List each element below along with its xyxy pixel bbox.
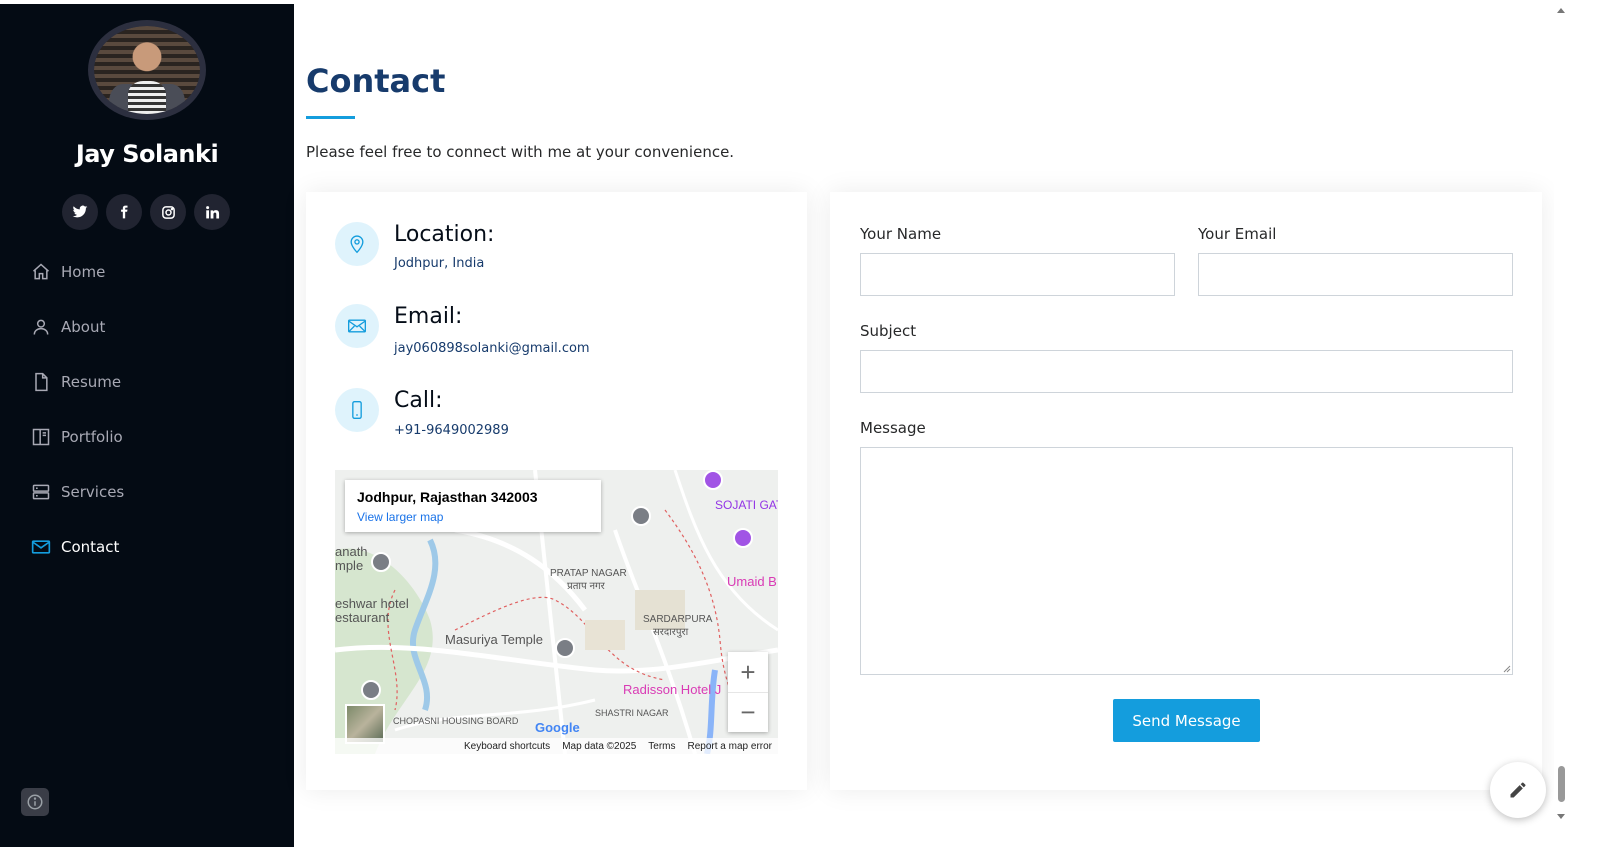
google-logo: Google [535, 720, 580, 735]
instagram-icon[interactable] [150, 194, 186, 230]
resize-handle-icon[interactable] [1503, 665, 1511, 673]
map-label: anath [335, 544, 368, 559]
name-label: Your Name [860, 225, 942, 243]
map-label: mple [335, 558, 364, 573]
scroll-thumb[interactable] [1558, 766, 1565, 802]
title-underline [306, 116, 355, 119]
phone-icon [335, 388, 379, 432]
sidebar: Jay Solanki Home About Resume Portfolio … [0, 4, 294, 847]
nav-contact[interactable]: Contact [30, 519, 124, 574]
map-label: SHASTRI NAGAR [595, 708, 669, 718]
social-links [62, 194, 230, 230]
nav-services[interactable]: Services [30, 464, 124, 519]
map-label: प्रताप नगर [567, 581, 605, 592]
nav-portfolio-label: Portfolio [61, 427, 123, 446]
temple-pin-icon[interactable] [555, 638, 575, 658]
pencil-icon [1510, 782, 1526, 798]
subject-label: Subject [860, 322, 917, 340]
map-data-text: Map data ©2025 [562, 740, 637, 752]
home-icon [30, 261, 52, 283]
temple-pin-icon[interactable] [361, 680, 381, 700]
map-label: Masuriya Temple [445, 632, 544, 647]
fort-pin-icon[interactable] [703, 470, 723, 490]
contact-info-card: Location: Jodhpur, India Email: jay06089… [306, 192, 807, 790]
edit-fab-button[interactable] [1490, 762, 1546, 818]
main-nav: Home About Resume Portfolio Services Con… [30, 244, 124, 574]
temple-pin-icon[interactable] [371, 552, 391, 572]
email-value[interactable]: jay060898solanki@gmail.com [394, 341, 590, 356]
call-title: Call: [394, 388, 443, 413]
view-larger-map-link[interactable]: View larger map [357, 510, 589, 524]
map-info-popup: Jodhpur, Rajasthan 342003 View larger ma… [345, 480, 601, 532]
map-label: estaurant [335, 610, 390, 625]
profile-avatar [88, 20, 206, 120]
message-textarea[interactable] [860, 447, 1513, 675]
contact-section: Contact Please feel free to connect with… [294, 0, 1554, 847]
section-lead: Please feel free to connect with me at y… [306, 143, 735, 161]
email-input[interactable] [1198, 253, 1513, 296]
gate-pin-icon[interactable] [733, 528, 753, 548]
map-label: CHOPASNI HOUSING BOARD [393, 716, 519, 726]
nav-about-label: About [61, 317, 106, 336]
person-icon [30, 316, 52, 338]
nav-home-label: Home [61, 262, 106, 281]
location-title: Location: [394, 222, 495, 247]
nav-contact-label: Contact [61, 537, 120, 556]
linkedin-icon[interactable] [194, 194, 230, 230]
profile-name: Jay Solanki [75, 140, 219, 168]
subject-input[interactable] [860, 350, 1513, 393]
temple-pin-icon[interactable] [631, 506, 651, 526]
keyboard-shortcuts-link[interactable]: Keyboard shortcuts [464, 741, 550, 752]
envelope-icon [30, 536, 52, 558]
name-input[interactable] [860, 253, 1175, 296]
call-value[interactable]: +91-9649002989 [394, 423, 509, 438]
location-value: Jodhpur, India [394, 256, 485, 271]
map-zoom-controls: + − [728, 652, 768, 732]
map-label: Radisson Hotel J [623, 682, 722, 697]
email-title: Email: [394, 304, 463, 329]
scroll-up-arrow-icon[interactable] [1557, 8, 1565, 13]
server-icon [30, 481, 52, 503]
terms-link[interactable]: Terms [648, 741, 675, 752]
contact-form: Your Name Your Email Subject Message Sen… [830, 192, 1542, 790]
map-label: SOJATI GATE [715, 498, 778, 512]
info-icon[interactable] [21, 788, 49, 816]
nav-about[interactable]: About [30, 299, 124, 354]
facebook-icon[interactable] [106, 194, 142, 230]
zoom-out-button[interactable]: − [728, 692, 768, 732]
nav-resume-label: Resume [61, 372, 122, 391]
map-address: Jodhpur, Rajasthan 342003 [357, 489, 538, 505]
nav-resume[interactable]: Resume [30, 354, 124, 409]
file-icon [30, 371, 52, 393]
zoom-in-button[interactable]: + [728, 652, 768, 692]
nav-services-label: Services [61, 482, 125, 501]
send-message-button[interactable]: Send Message [1113, 699, 1260, 742]
section-title: Contact [306, 62, 446, 100]
map-pin-icon [335, 222, 379, 266]
email-label: Your Email [1198, 225, 1277, 243]
message-label: Message [860, 419, 926, 437]
page-scrollbar[interactable] [1554, 0, 1569, 847]
nav-home[interactable]: Home [30, 244, 124, 299]
book-icon [30, 426, 52, 448]
report-map-error-link[interactable]: Report a map error [688, 741, 772, 752]
nav-portfolio[interactable]: Portfolio [30, 409, 124, 464]
scroll-down-arrow-icon[interactable] [1557, 814, 1565, 819]
map-label: eshwar hotel [335, 596, 409, 611]
map-footer: Keyboard shortcuts Map data ©2025 Terms … [335, 738, 778, 754]
map-label: सरदारपुरा [653, 627, 689, 638]
email-icon [335, 304, 379, 348]
google-map[interactable]: PRATAP NAGAR प्रताप नगर SARDARPURA सरदार… [335, 470, 778, 754]
map-label: Umaid B [727, 574, 777, 589]
twitter-icon[interactable] [62, 194, 98, 230]
